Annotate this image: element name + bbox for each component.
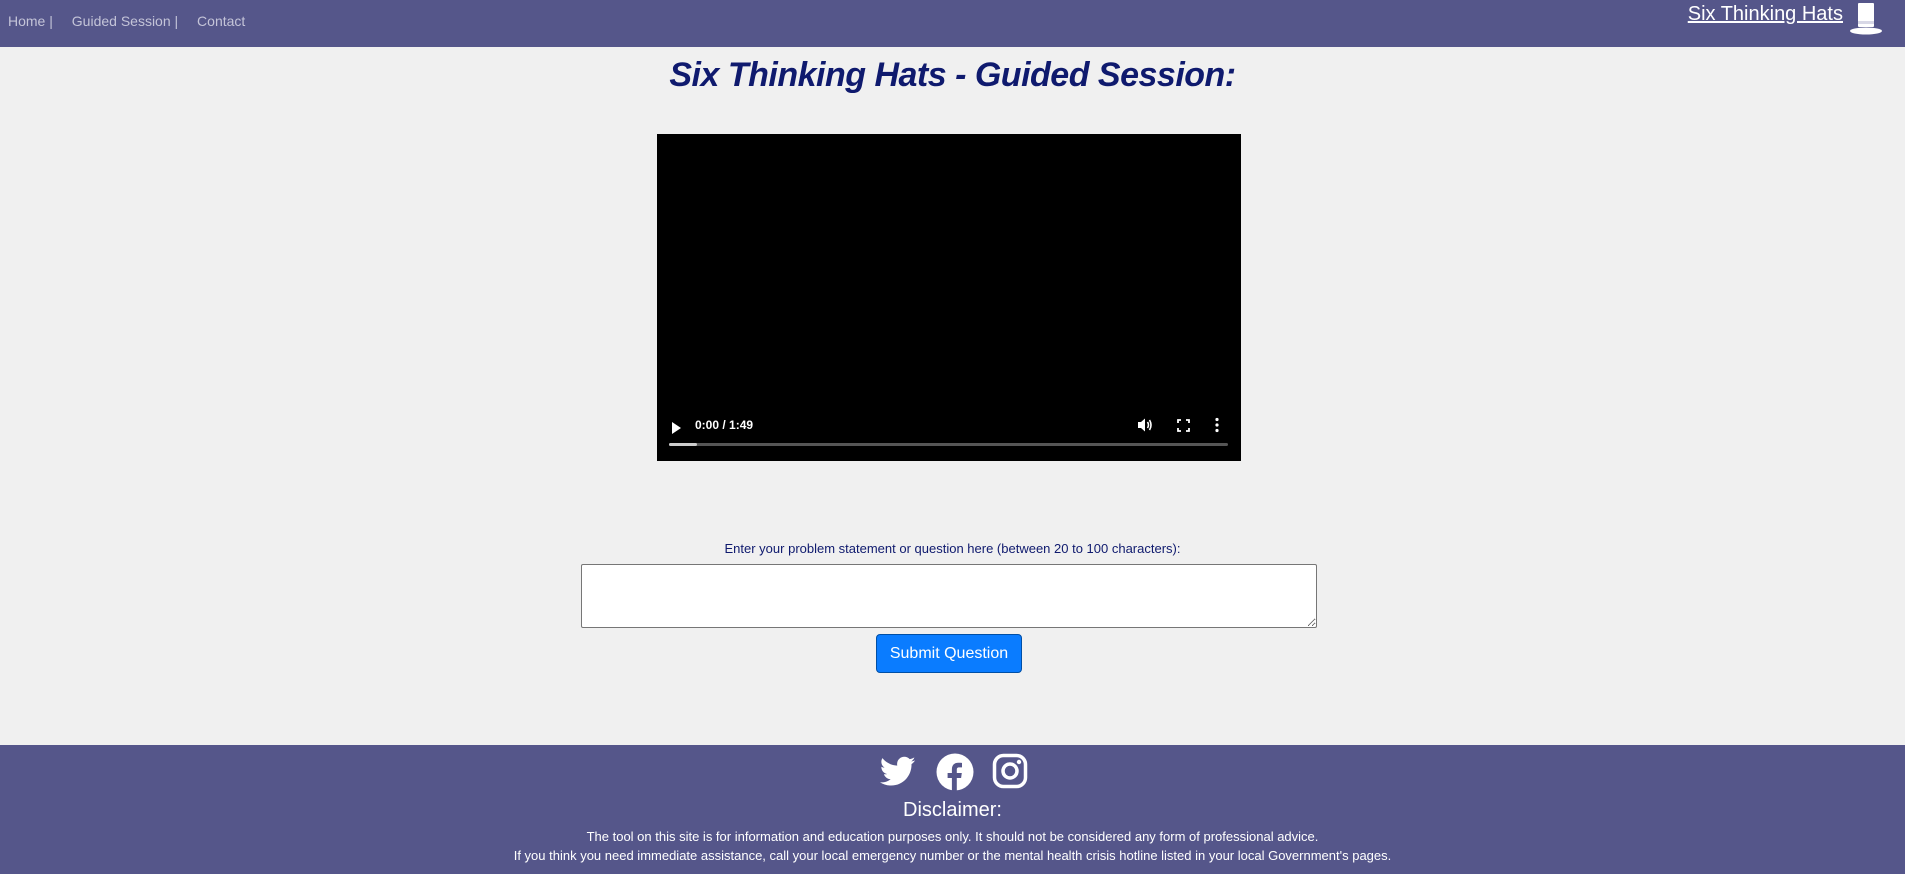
video-progress-bar[interactable] <box>669 443 1228 446</box>
twitter-icon <box>879 756 915 786</box>
disclaimer-title: Disclaimer: <box>903 799 1002 821</box>
brand-name: Six Thinking Hats <box>1687 2 1843 25</box>
volume-icon[interactable] <box>1137 417 1153 433</box>
nav-separator: | <box>174 13 179 29</box>
question-input[interactable] <box>581 564 1317 628</box>
footer: Disclaimer: The tool on this site is for… <box>0 745 1905 874</box>
video-progress-fill <box>669 443 697 446</box>
top-navbar: Home | Guided Session | Contact Six Thin… <box>0 0 1905 47</box>
disclaimer-text: If you think you need immediate assistan… <box>513 848 1392 863</box>
video-player[interactable]: 0:00 / 1:49 <box>657 134 1241 461</box>
instagram-icon <box>992 753 1027 789</box>
brand-link[interactable]: Six Thinking Hats <box>1688 2 1883 36</box>
disclaimer-text: The tool on this site is for information… <box>586 829 1319 844</box>
facebook-icon <box>936 753 973 791</box>
social-links <box>0 753 1905 796</box>
fullscreen-icon[interactable] <box>1177 419 1190 432</box>
nav-link-guided-session[interactable]: Guided Session <box>72 13 171 29</box>
top-hat-icon <box>1850 3 1882 35</box>
play-icon[interactable] <box>671 422 682 434</box>
submit-question-button[interactable]: Submit Question <box>876 634 1022 673</box>
question-label: Enter your problem statement or question… <box>724 541 1181 556</box>
instagram-link[interactable] <box>992 753 1028 796</box>
facebook-link[interactable] <box>936 753 974 796</box>
page-title: Six Thinking Hats - Guided Session: <box>669 56 1236 94</box>
nav-link-contact[interactable]: Contact <box>197 13 245 29</box>
nav-links: Home | Guided Session | Contact <box>8 13 245 29</box>
twitter-link[interactable] <box>878 753 918 796</box>
nav-separator: | <box>49 13 53 29</box>
more-options-icon[interactable] <box>1215 417 1219 433</box>
video-time: 0:00 / 1:49 <box>695 418 754 432</box>
nav-link-home[interactable]: Home <box>8 13 45 29</box>
